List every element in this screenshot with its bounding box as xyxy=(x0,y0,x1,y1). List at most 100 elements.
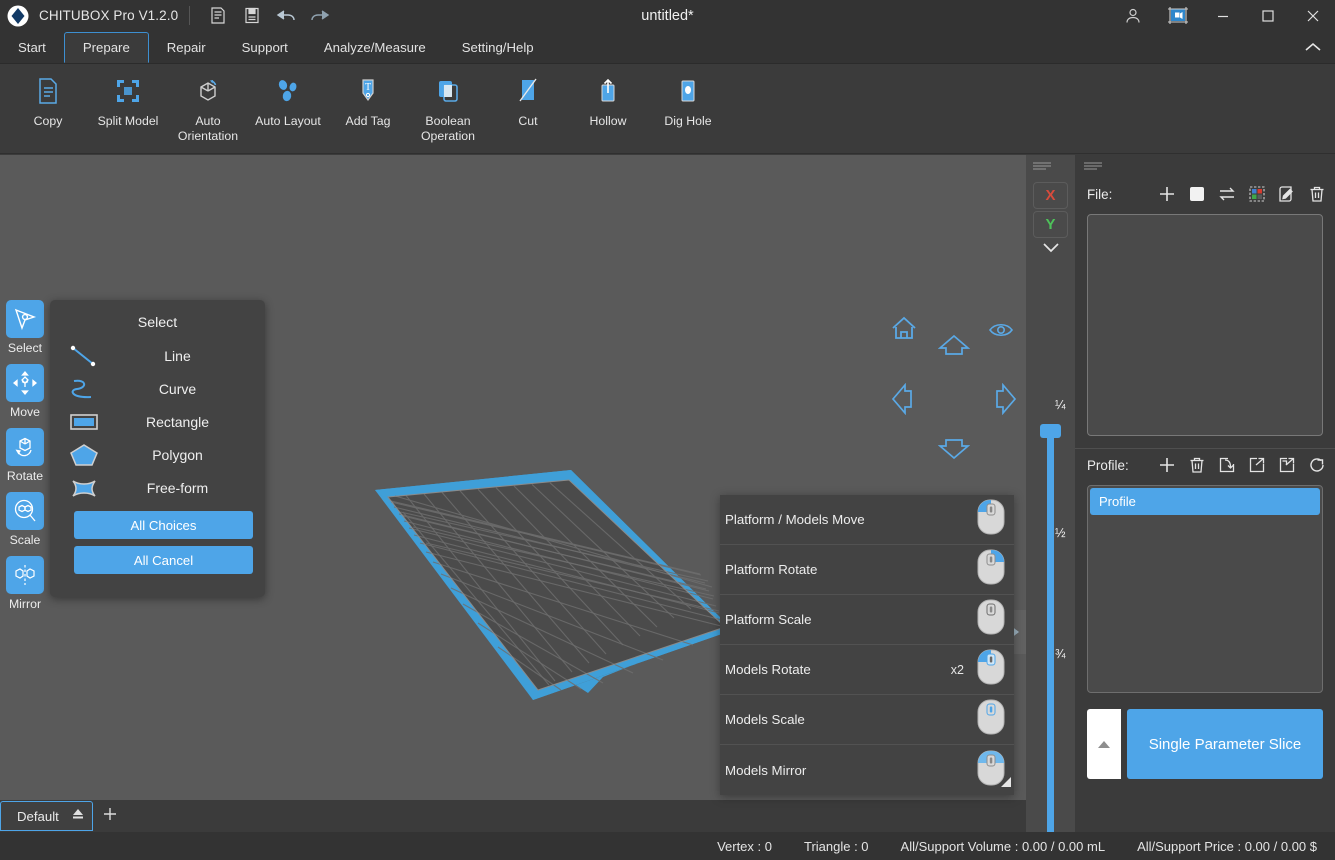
scene-tab-default[interactable]: Default xyxy=(0,801,93,831)
divider xyxy=(189,6,190,25)
polygon-icon xyxy=(60,442,108,468)
chevron-down-icon[interactable] xyxy=(1026,241,1075,254)
ribbon-button-split-model[interactable]: Split Model xyxy=(88,64,168,129)
layer-slider-knob-top[interactable] xyxy=(1040,424,1061,438)
save-icon[interactable] xyxy=(235,0,269,31)
close-button[interactable] xyxy=(1290,0,1335,31)
export-icon[interactable] xyxy=(1246,455,1267,476)
title-bar: CHITUBOX Pro V1.2.0 xyxy=(0,0,1335,31)
mouse-menu-row[interactable]: Models Rotate x2 xyxy=(720,645,1014,695)
ribbon-button-copy[interactable]: Copy xyxy=(8,64,88,129)
select-option-line[interactable]: Line xyxy=(50,339,265,372)
file-list[interactable] xyxy=(1087,214,1323,436)
boolean-operation-icon xyxy=(433,74,463,108)
tab-setting-help[interactable]: Setting/Help xyxy=(444,31,552,63)
all-choices-button[interactable]: All Choices xyxy=(74,511,253,539)
layer-slider-column: X Y ¼ ½ ¾ xyxy=(1026,155,1075,860)
square-icon[interactable] xyxy=(1186,184,1207,205)
layer-slider-track[interactable] xyxy=(1047,427,1054,860)
color-grid-icon[interactable] xyxy=(1246,184,1267,205)
single-parameter-slice-button[interactable]: Single Parameter Slice xyxy=(1127,709,1323,779)
mouse-menu-label: Models Mirror xyxy=(725,763,964,778)
slice-options-expander[interactable] xyxy=(1087,709,1121,779)
tool-rotate[interactable]: Rotate xyxy=(0,428,50,483)
select-option-label: Line xyxy=(108,348,265,364)
home-icon[interactable] xyxy=(890,315,918,346)
axis-button-y[interactable]: Y xyxy=(1033,211,1068,238)
window-controls xyxy=(1110,0,1335,31)
maximize-button[interactable] xyxy=(1245,0,1290,31)
ribbon-button-cut[interactable]: Cut xyxy=(488,64,568,129)
undo-icon[interactable] xyxy=(269,0,303,31)
profile-list[interactable]: Profile xyxy=(1087,485,1323,693)
logo-icon xyxy=(5,3,31,29)
tab-analyze-measure[interactable]: Analyze/Measure xyxy=(306,31,444,63)
add-icon[interactable] xyxy=(1156,184,1177,205)
select-option-label: Curve xyxy=(108,381,265,397)
select-option-free-form[interactable]: Free-form xyxy=(50,471,265,504)
menu-tab-bar: Start Prepare Repair Support Analyze/Mea… xyxy=(0,31,1335,64)
mouse-menu-row[interactable]: Models Scale xyxy=(720,695,1014,745)
arrow-up-icon[interactable] xyxy=(938,333,970,364)
resize-corner-icon[interactable] xyxy=(1000,775,1012,793)
tool-move[interactable]: Move xyxy=(0,364,50,419)
tab-label: Prepare xyxy=(83,40,130,55)
redo-icon[interactable] xyxy=(303,0,337,31)
axis-button-x[interactable]: X xyxy=(1033,182,1068,209)
panel-grip-icon[interactable] xyxy=(1075,155,1335,178)
delete-icon[interactable] xyxy=(1186,455,1207,476)
tab-repair[interactable]: Repair xyxy=(149,31,224,63)
edit-icon[interactable] xyxy=(1276,184,1297,205)
account-icon[interactable] xyxy=(1110,0,1155,31)
mouse-menu-row[interactable]: Models Mirror xyxy=(720,745,1014,795)
select-option-label: Rectangle xyxy=(108,414,265,430)
ribbon-button-boolean-operation[interactable]: Boolean Operation xyxy=(408,64,488,144)
svg-text:T: T xyxy=(365,82,371,93)
tool-scale[interactable]: Scale xyxy=(0,492,50,547)
mouse-menu-label: Platform Scale xyxy=(725,612,964,627)
free-form-icon xyxy=(60,475,108,501)
arrow-right-icon[interactable] xyxy=(992,383,1018,420)
arrow-left-icon[interactable] xyxy=(890,383,916,420)
select-option-curve[interactable]: Curve xyxy=(50,372,265,405)
eye-icon[interactable] xyxy=(988,320,1014,345)
tab-start[interactable]: Start xyxy=(0,31,64,63)
delete-icon[interactable] xyxy=(1306,184,1327,205)
tab-prepare[interactable]: Prepare xyxy=(64,32,149,63)
refresh-icon[interactable] xyxy=(1306,455,1327,476)
ribbon-collapse-button[interactable] xyxy=(1291,31,1335,63)
tool-mirror[interactable]: Mirror xyxy=(0,556,50,611)
add-scene-button[interactable] xyxy=(101,805,119,828)
new-file-icon[interactable] xyxy=(201,0,235,31)
ribbon-button-add-tag[interactable]: T Add Tag xyxy=(328,64,408,129)
rotate-icon xyxy=(6,428,44,466)
ribbon-button-hollow[interactable]: Hollow xyxy=(568,64,648,129)
split-model-icon xyxy=(113,74,143,108)
tool-select[interactable]: Select xyxy=(0,300,50,355)
arrow-down-icon[interactable] xyxy=(938,435,970,466)
file-label: File: xyxy=(1087,187,1112,202)
tab-support[interactable]: Support xyxy=(224,31,306,63)
all-cancel-button[interactable]: All Cancel xyxy=(74,546,253,574)
mouse-menu-row[interactable]: Platform Rotate xyxy=(720,545,1014,595)
duplicate-icon[interactable] xyxy=(1276,455,1297,476)
eject-icon[interactable] xyxy=(71,807,85,826)
select-option-polygon[interactable]: Polygon xyxy=(50,438,265,471)
tab-label: Support xyxy=(242,40,288,55)
profile-label: Profile: xyxy=(1087,458,1129,473)
panel-grip-icon[interactable] xyxy=(1026,155,1075,180)
mouse-menu-row[interactable]: Platform Scale xyxy=(720,595,1014,645)
minimize-button[interactable] xyxy=(1200,0,1245,31)
mouse-menu-row[interactable]: Platform / Models Move xyxy=(720,495,1014,545)
ribbon-button-auto-layout[interactable]: Auto Layout xyxy=(248,64,328,129)
tool-label: Mirror xyxy=(9,597,41,611)
profile-list-item[interactable]: Profile xyxy=(1090,488,1320,515)
screenshot-icon[interactable] xyxy=(1155,0,1200,31)
ribbon-button-auto-orientation[interactable]: Auto Orientation xyxy=(168,64,248,144)
ribbon-button-dig-hole[interactable]: Dig Hole xyxy=(648,64,728,129)
import-icon[interactable] xyxy=(1216,455,1237,476)
select-option-rectangle[interactable]: Rectangle xyxy=(50,405,265,438)
add-icon[interactable] xyxy=(1156,455,1177,476)
hollow-icon xyxy=(595,74,621,108)
swap-icon[interactable] xyxy=(1216,184,1237,205)
